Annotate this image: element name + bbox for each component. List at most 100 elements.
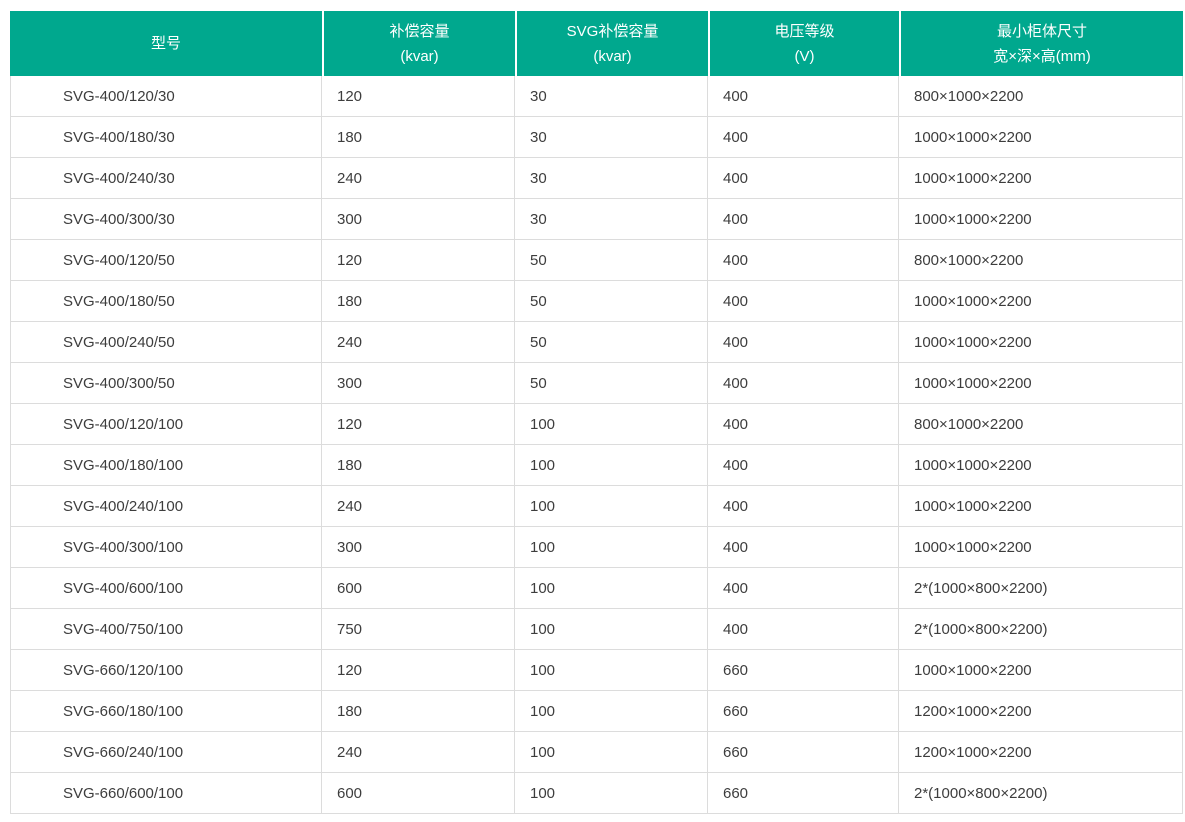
cell-min-cabinet-size: 2*(1000×800×2200) (899, 568, 1183, 609)
cell-compensation-capacity: 120 (322, 76, 515, 117)
col-header-model-label: 型号 (10, 31, 322, 56)
col-header-min-cabinet-size-label: 最小柜体尺寸 (901, 19, 1183, 44)
cell-compensation-capacity: 240 (322, 732, 515, 773)
cell-svg-compensation-capacity: 100 (515, 773, 708, 814)
col-header-min-cabinet-size: 最小柜体尺寸 宽×深×高(mm) (899, 11, 1183, 76)
cell-compensation-capacity: 180 (322, 445, 515, 486)
cell-voltage-level: 400 (708, 322, 899, 363)
cell-svg-compensation-capacity: 100 (515, 650, 708, 691)
table-row: SVG-660/240/1002401006601200×1000×2200 (10, 732, 1183, 773)
cell-svg-compensation-capacity: 100 (515, 568, 708, 609)
cell-compensation-capacity: 180 (322, 691, 515, 732)
table-row: SVG-400/300/50300504001000×1000×2200 (10, 363, 1183, 404)
cell-model: SVG-400/120/50 (10, 240, 322, 281)
col-header-svg-compensation-capacity: SVG补偿容量 (kvar) (515, 11, 708, 76)
cell-svg-compensation-capacity: 50 (515, 363, 708, 404)
cell-compensation-capacity: 600 (322, 773, 515, 814)
cell-min-cabinet-size: 1000×1000×2200 (899, 363, 1183, 404)
cell-voltage-level: 400 (708, 76, 899, 117)
table-row: SVG-660/180/1001801006601200×1000×2200 (10, 691, 1183, 732)
cell-voltage-level: 400 (708, 445, 899, 486)
cell-voltage-level: 660 (708, 773, 899, 814)
cell-min-cabinet-size: 800×1000×2200 (899, 404, 1183, 445)
header-row: 型号 补偿容量 (kvar) SVG补偿容量 (kvar) 电压等级 (V) 最… (10, 11, 1183, 76)
cell-model: SVG-400/240/100 (10, 486, 322, 527)
cell-svg-compensation-capacity: 50 (515, 240, 708, 281)
col-header-voltage-level: 电压等级 (V) (708, 11, 899, 76)
cell-compensation-capacity: 120 (322, 650, 515, 691)
cell-min-cabinet-size: 1200×1000×2200 (899, 691, 1183, 732)
cell-model: SVG-400/600/100 (10, 568, 322, 609)
cell-compensation-capacity: 180 (322, 117, 515, 158)
cell-min-cabinet-size: 800×1000×2200 (899, 76, 1183, 117)
cell-min-cabinet-size: 1000×1000×2200 (899, 527, 1183, 568)
table-row: SVG-400/300/1003001004001000×1000×2200 (10, 527, 1183, 568)
cell-voltage-level: 660 (708, 650, 899, 691)
cell-voltage-level: 660 (708, 732, 899, 773)
cell-voltage-level: 400 (708, 199, 899, 240)
cell-min-cabinet-size: 1000×1000×2200 (899, 199, 1183, 240)
cell-compensation-capacity: 180 (322, 281, 515, 322)
cell-min-cabinet-size: 1000×1000×2200 (899, 158, 1183, 199)
cell-svg-compensation-capacity: 30 (515, 158, 708, 199)
cell-min-cabinet-size: 1000×1000×2200 (899, 486, 1183, 527)
cell-compensation-capacity: 300 (322, 363, 515, 404)
cell-compensation-capacity: 240 (322, 158, 515, 199)
cell-voltage-level: 400 (708, 240, 899, 281)
table-row: SVG-400/240/50240504001000×1000×2200 (10, 322, 1183, 363)
cell-model: SVG-660/240/100 (10, 732, 322, 773)
table-body: SVG-400/120/3012030400800×1000×2200SVG-4… (10, 76, 1183, 814)
cell-model: SVG-660/120/100 (10, 650, 322, 691)
col-header-voltage-level-label: 电压等级 (710, 19, 899, 44)
cell-model: SVG-400/180/50 (10, 281, 322, 322)
cell-svg-compensation-capacity: 100 (515, 445, 708, 486)
table-row: SVG-400/180/1001801004001000×1000×2200 (10, 445, 1183, 486)
table-row: SVG-400/180/30180304001000×1000×2200 (10, 117, 1183, 158)
cell-compensation-capacity: 120 (322, 240, 515, 281)
cell-model: SVG-400/180/30 (10, 117, 322, 158)
col-header-voltage-level-unit: (V) (710, 44, 899, 69)
cell-model: SVG-400/750/100 (10, 609, 322, 650)
cell-min-cabinet-size: 1000×1000×2200 (899, 322, 1183, 363)
cell-model: SVG-660/180/100 (10, 691, 322, 732)
cell-voltage-level: 400 (708, 609, 899, 650)
cell-model: SVG-400/240/30 (10, 158, 322, 199)
cell-compensation-capacity: 120 (322, 404, 515, 445)
cell-min-cabinet-size: 1000×1000×2200 (899, 281, 1183, 322)
table-row: SVG-400/120/3012030400800×1000×2200 (10, 76, 1183, 117)
cell-voltage-level: 400 (708, 527, 899, 568)
table-row: SVG-400/750/1007501004002*(1000×800×2200… (10, 609, 1183, 650)
col-header-compensation-capacity-label: 补偿容量 (324, 19, 515, 44)
col-header-min-cabinet-size-unit: 宽×深×高(mm) (901, 44, 1183, 69)
cell-voltage-level: 400 (708, 568, 899, 609)
table-row: SVG-660/120/1001201006601000×1000×2200 (10, 650, 1183, 691)
table-row: SVG-400/120/100120100400800×1000×2200 (10, 404, 1183, 445)
col-header-compensation-capacity: 补偿容量 (kvar) (322, 11, 515, 76)
cell-svg-compensation-capacity: 100 (515, 527, 708, 568)
cell-compensation-capacity: 240 (322, 322, 515, 363)
page: 型号 补偿容量 (kvar) SVG补偿容量 (kvar) 电压等级 (V) 最… (0, 0, 1185, 822)
col-header-model: 型号 (10, 11, 322, 76)
col-header-svg-compensation-capacity-label: SVG补偿容量 (517, 19, 708, 44)
cell-model: SVG-400/300/50 (10, 363, 322, 404)
cell-svg-compensation-capacity: 50 (515, 281, 708, 322)
cell-min-cabinet-size: 1000×1000×2200 (899, 117, 1183, 158)
table-row: SVG-400/180/50180504001000×1000×2200 (10, 281, 1183, 322)
cell-model: SVG-400/120/30 (10, 76, 322, 117)
cell-voltage-level: 660 (708, 691, 899, 732)
cell-min-cabinet-size: 1000×1000×2200 (899, 445, 1183, 486)
cell-min-cabinet-size: 2*(1000×800×2200) (899, 609, 1183, 650)
table-header: 型号 补偿容量 (kvar) SVG补偿容量 (kvar) 电压等级 (V) 最… (10, 11, 1183, 76)
cell-min-cabinet-size: 2*(1000×800×2200) (899, 773, 1183, 814)
table-row: SVG-400/240/1002401004001000×1000×2200 (10, 486, 1183, 527)
cell-min-cabinet-size: 800×1000×2200 (899, 240, 1183, 281)
svg-model-spec-table: 型号 补偿容量 (kvar) SVG补偿容量 (kvar) 电压等级 (V) 最… (10, 11, 1183, 814)
cell-min-cabinet-size: 1200×1000×2200 (899, 732, 1183, 773)
cell-model: SVG-400/120/100 (10, 404, 322, 445)
cell-svg-compensation-capacity: 30 (515, 76, 708, 117)
cell-voltage-level: 400 (708, 117, 899, 158)
cell-voltage-level: 400 (708, 486, 899, 527)
col-header-compensation-capacity-unit: (kvar) (324, 44, 515, 69)
cell-compensation-capacity: 750 (322, 609, 515, 650)
cell-model: SVG-660/600/100 (10, 773, 322, 814)
